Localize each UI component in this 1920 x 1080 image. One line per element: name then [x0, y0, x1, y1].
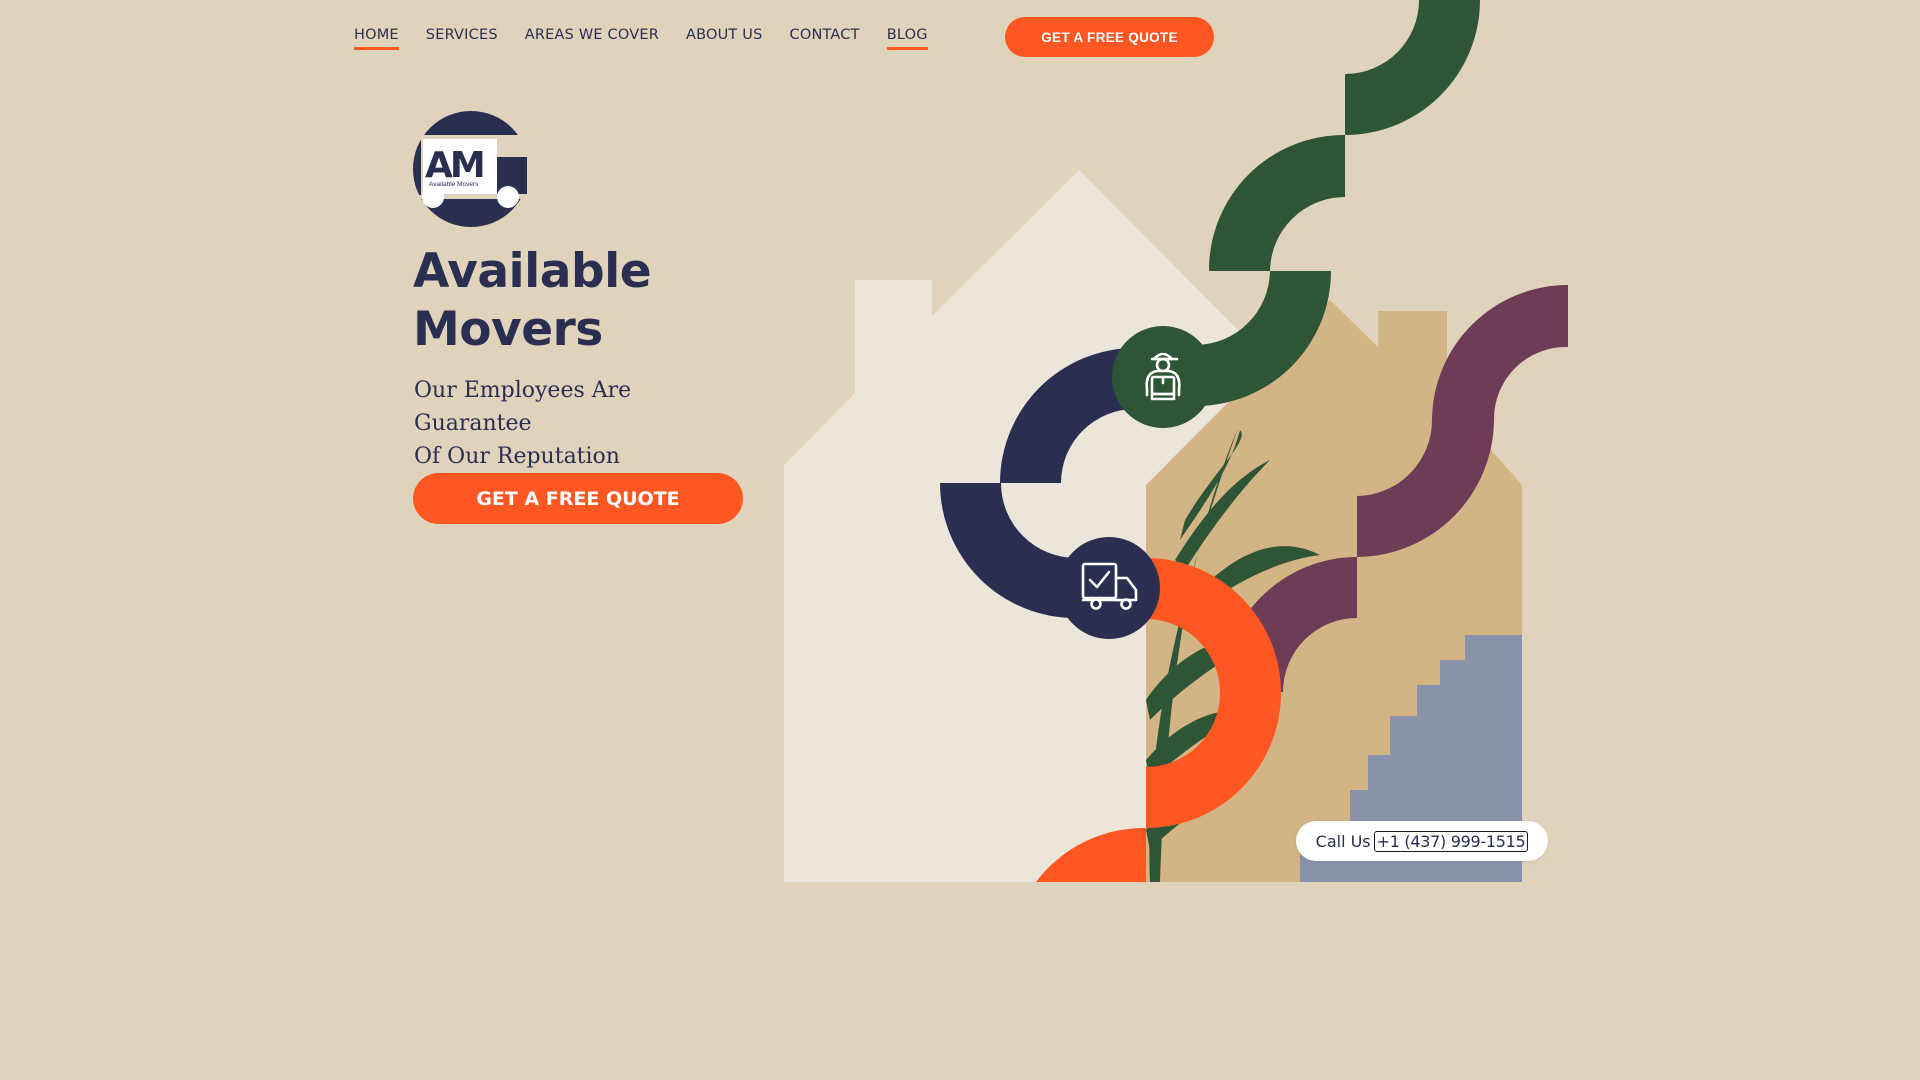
nav-item-blog[interactable]: BLOG — [886, 26, 928, 50]
nav-item-services[interactable]: SERVICES — [426, 26, 498, 50]
delivery-truck-check-icon — [1079, 558, 1141, 618]
hero-quote-button[interactable]: GET A FREE QUOTE — [413, 473, 743, 524]
nav-item-home[interactable]: HOME — [354, 26, 399, 50]
house-light — [784, 170, 1260, 882]
hero-title: Available Movers — [413, 243, 773, 359]
green-band — [1196, 0, 1480, 406]
main-nav: HOME SERVICES AREAS WE COVER ABOUT US CO… — [354, 26, 928, 50]
nav-item-areas-we-cover[interactable]: AREAS WE COVER — [525, 26, 659, 50]
nav-item-about-us[interactable]: ABOUT US — [686, 26, 763, 50]
call-us-label: Call Us — [1315, 831, 1371, 851]
hero-title-line1: Available — [413, 244, 652, 299]
hero-subtitle-line2: Of Our Reputation — [414, 444, 620, 469]
mover-person-icon — [1133, 347, 1193, 407]
nav-item-contact[interactable]: CONTACT — [790, 26, 860, 50]
hero-title-line2: Movers — [413, 302, 603, 357]
logo-wordmark: Available Movers — [429, 181, 479, 188]
hero-subtitle: Our Employees Are Guarantee Of Our Reput… — [414, 374, 744, 473]
hero-illustration — [0, 0, 1568, 882]
plum-band — [1222, 285, 1568, 692]
logo-monogram: AM — [425, 145, 483, 186]
house-tan — [1146, 300, 1522, 882]
plant — [1146, 428, 1320, 882]
header-quote-button[interactable]: GET A FREE QUOTE — [1005, 17, 1214, 57]
company-logo[interactable]: AM Available Movers — [413, 109, 531, 229]
orange-band — [1036, 558, 1281, 882]
hero-subtitle-line1: Our Employees Are Guarantee — [414, 378, 632, 436]
call-us-widget[interactable]: Call Us +1 (437) 999-1515 — [1296, 821, 1548, 861]
phone-link[interactable]: +1 (437) 999-1515 — [1373, 830, 1529, 852]
